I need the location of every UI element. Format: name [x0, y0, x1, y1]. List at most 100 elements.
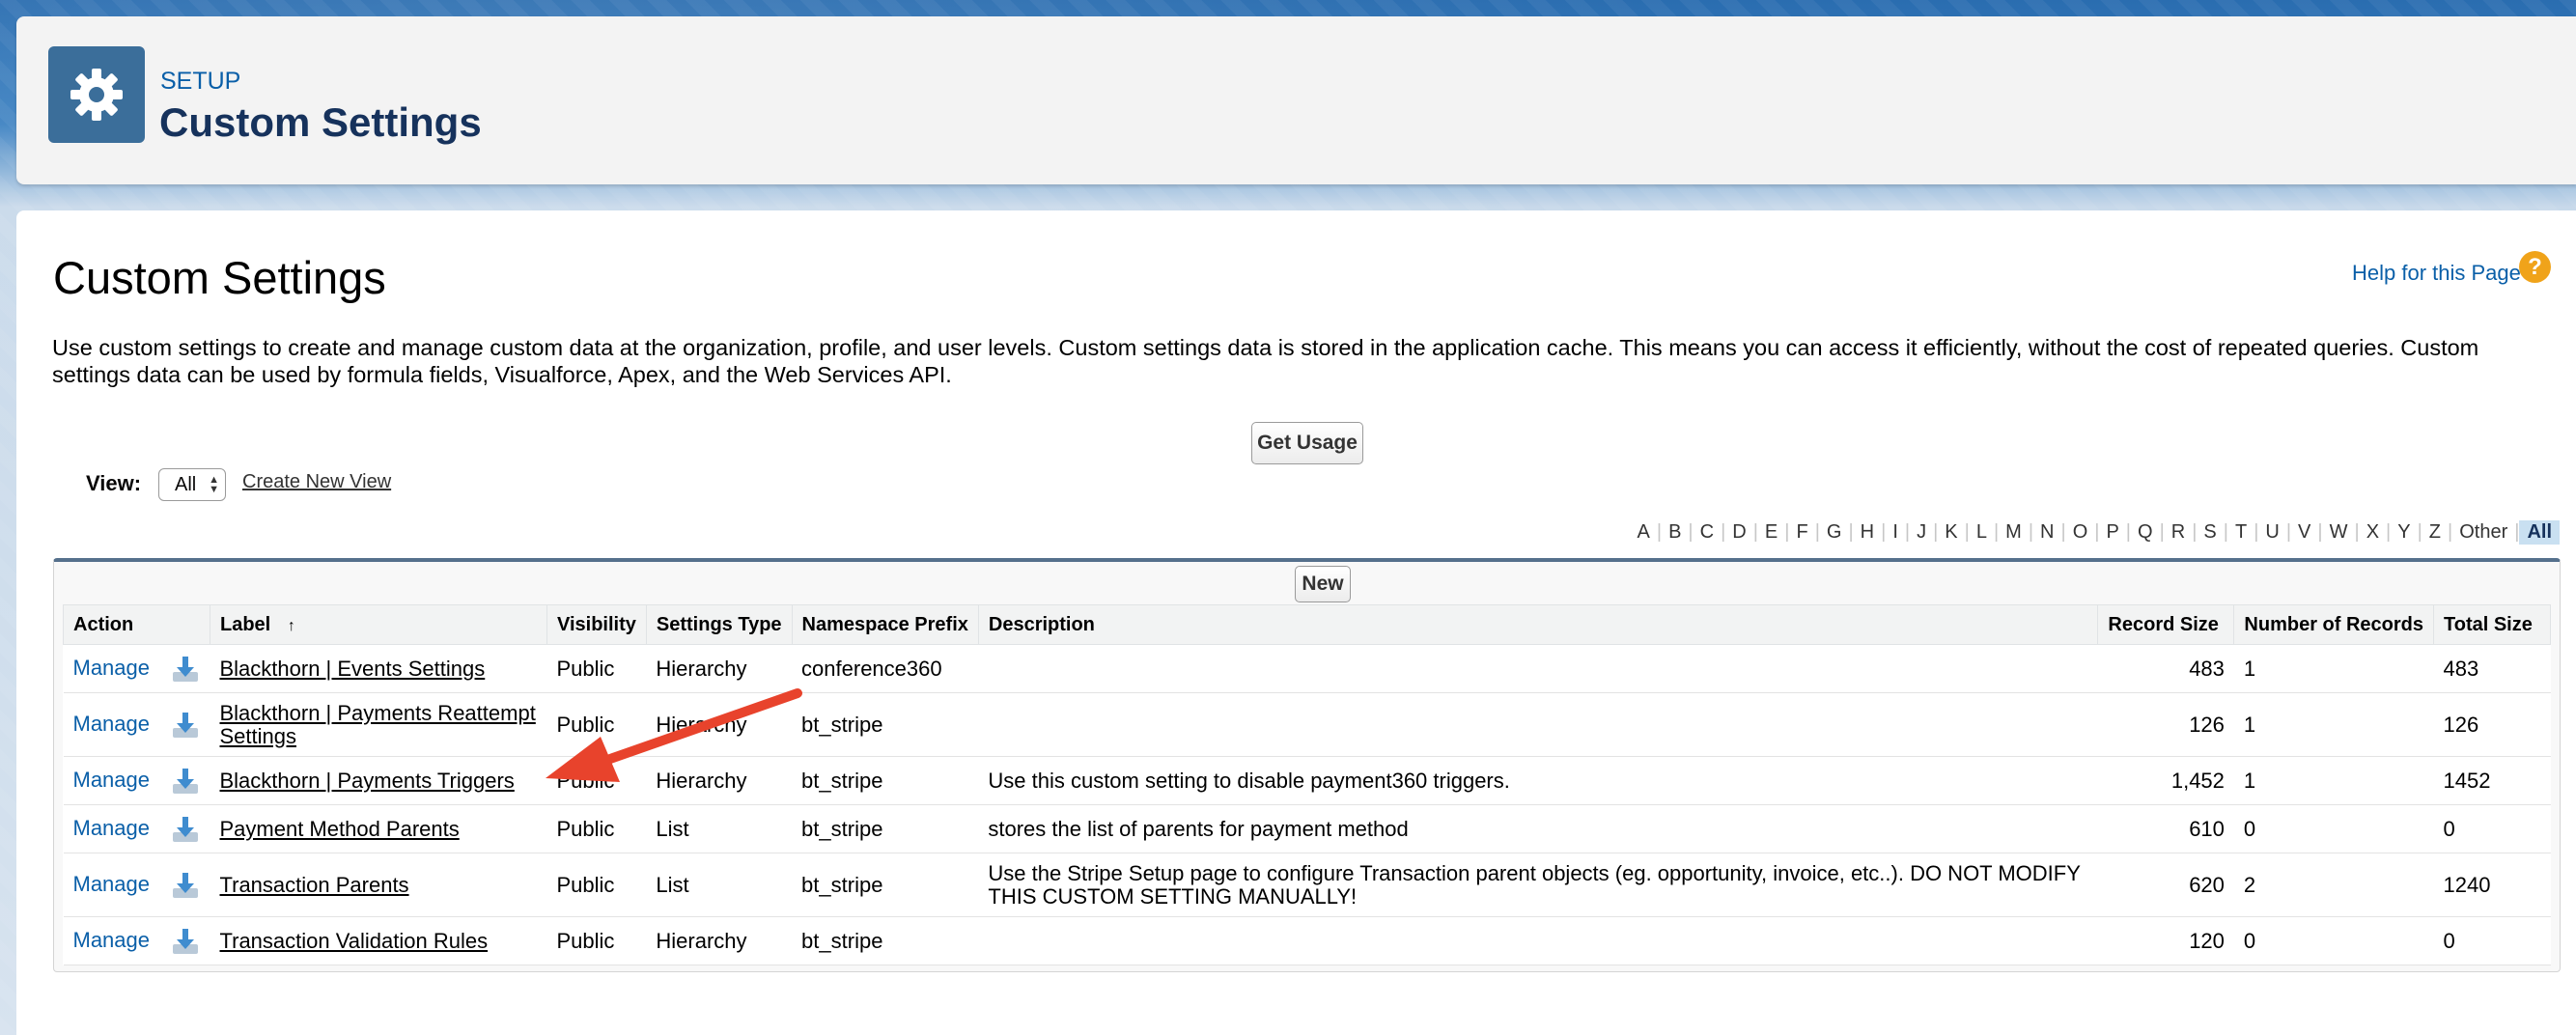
col-settings-type[interactable]: Settings Type: [645, 604, 793, 645]
cell-action: Manage: [63, 916, 210, 965]
alphabet-filter: A | B | C | D | E | F | G | H | I | J | K | L | M | N | O | P | Q | R | S | T |…: [1631, 520, 2560, 545]
download-icon[interactable]: [171, 655, 200, 684]
cell-total-size: 126: [2433, 692, 2551, 757]
header-title: Custom Settings: [159, 99, 482, 145]
setting-label-link[interactable]: Blackthorn | Payments Reattempt Settings: [220, 701, 536, 748]
manage-link[interactable]: Manage: [73, 927, 151, 951]
alpha-filter-x[interactable]: X: [2360, 521, 2386, 544]
cell-visibility: Public: [546, 804, 647, 853]
view-select-value: All: [175, 473, 197, 495]
cell-label: Transaction Parents: [210, 853, 547, 917]
setting-label-link[interactable]: Transaction Parents: [220, 873, 409, 897]
help-link[interactable]: Help for this Page: [2352, 261, 2521, 286]
sort-asc-icon: ↑: [287, 617, 295, 634]
alpha-filter-c[interactable]: C: [1694, 521, 1721, 544]
alpha-filter-f[interactable]: F: [1789, 521, 1814, 544]
col-label-text: Label: [220, 613, 271, 635]
manage-link[interactable]: Manage: [73, 815, 151, 839]
help-icon[interactable]: ?: [2519, 251, 2551, 283]
alpha-filter-i[interactable]: I: [1886, 521, 1905, 544]
cell-visibility: Public: [546, 853, 647, 917]
alpha-filter-t[interactable]: T: [2228, 521, 2254, 544]
create-new-view-link[interactable]: Create New View: [242, 471, 391, 493]
manage-link[interactable]: Manage: [73, 655, 151, 679]
col-description[interactable]: Description: [977, 604, 2099, 645]
cell-action: Manage: [63, 756, 210, 805]
col-namespace-prefix[interactable]: Namespace Prefix: [791, 604, 979, 645]
alpha-filter-r[interactable]: R: [2165, 521, 2192, 544]
alpha-filter-all[interactable]: All: [2519, 520, 2560, 545]
cell-total-size: 1452: [2433, 756, 2551, 805]
cell-namespace-prefix: conference360: [792, 644, 979, 693]
table-row: Manage Transaction Validation Rules Public…: [63, 916, 2551, 965]
alpha-filter-z[interactable]: Z: [2422, 521, 2448, 544]
cell-namespace-prefix: bt_stripe: [792, 804, 979, 853]
table-row: Manage Payment Method Parents Public List bt…: [63, 804, 2551, 853]
col-action: Action: [63, 604, 210, 645]
cell-settings-type: Hierarchy: [646, 916, 793, 965]
download-icon[interactable]: [171, 767, 200, 796]
download-icon[interactable]: [171, 871, 200, 900]
get-usage-button[interactable]: Get Usage: [1251, 422, 1363, 464]
cell-number-of-records: 0: [2233, 916, 2434, 965]
alpha-filter-u[interactable]: U: [2258, 521, 2285, 544]
cell-record-size: 610: [2097, 804, 2234, 853]
col-number-of-records[interactable]: Number of Records: [2233, 604, 2434, 645]
setting-label-link[interactable]: Transaction Validation Rules: [220, 929, 489, 953]
setting-label-link[interactable]: Payment Method Parents: [220, 817, 460, 841]
manage-link[interactable]: Manage: [73, 711, 151, 735]
cell-settings-type: List: [646, 853, 793, 917]
cell-visibility: Public: [546, 916, 647, 965]
cell-namespace-prefix: bt_stripe: [792, 756, 979, 805]
cell-action: Manage: [63, 804, 210, 853]
col-total-size[interactable]: Total Size: [2433, 604, 2551, 645]
cell-record-size: 483: [2097, 644, 2234, 693]
cell-settings-type: Hierarchy: [646, 692, 793, 757]
cell-number-of-records: 1: [2233, 756, 2434, 805]
page-description: Use custom settings to create and manage…: [52, 335, 2479, 387]
alpha-filter-y[interactable]: Y: [2391, 521, 2417, 544]
view-select[interactable]: All ▲ ▼: [158, 468, 226, 501]
alpha-filter-q[interactable]: Q: [2131, 521, 2160, 544]
alpha-filter-n[interactable]: N: [2033, 521, 2060, 544]
new-button[interactable]: New: [1295, 566, 1351, 602]
cell-record-size: 1,452: [2097, 756, 2234, 805]
custom-settings-list: New Action Label ↑ Visibility Settings T…: [53, 558, 2561, 972]
cell-number-of-records: 2: [2233, 853, 2434, 917]
cell-namespace-prefix: bt_stripe: [792, 692, 979, 757]
cell-label: Blackthorn | Events Settings: [210, 644, 547, 693]
cell-number-of-records: 1: [2233, 692, 2434, 757]
alpha-filter-o[interactable]: O: [2066, 521, 2095, 544]
alpha-filter-k[interactable]: K: [1938, 521, 1964, 544]
alpha-filter-h[interactable]: H: [1854, 521, 1881, 544]
cell-description: stores the list of parents for payment m…: [978, 804, 2098, 853]
col-label[interactable]: Label ↑: [210, 604, 547, 645]
alpha-filter-j[interactable]: J: [1910, 521, 1933, 544]
download-icon[interactable]: [171, 711, 200, 740]
alpha-filter-p[interactable]: P: [2099, 521, 2125, 544]
alpha-filter-e[interactable]: E: [1758, 521, 1784, 544]
alpha-filter-b[interactable]: B: [1662, 521, 1688, 544]
alpha-filter-a[interactable]: A: [1631, 521, 1657, 544]
breadcrumb[interactable]: SETUP: [160, 68, 240, 96]
cell-label: Transaction Validation Rules: [210, 916, 547, 965]
setting-label-link[interactable]: Blackthorn | Payments Triggers: [220, 769, 515, 793]
alpha-filter-s[interactable]: S: [2197, 521, 2223, 544]
page-title: Custom Settings: [53, 252, 386, 303]
alpha-filter-m[interactable]: M: [1999, 521, 2029, 544]
alpha-filter-other[interactable]: Other: [2452, 521, 2514, 544]
cell-visibility: Public: [546, 644, 647, 693]
download-icon[interactable]: [171, 815, 200, 844]
manage-link[interactable]: Manage: [73, 871, 151, 895]
manage-link[interactable]: Manage: [73, 767, 151, 791]
col-record-size[interactable]: Record Size: [2097, 604, 2235, 645]
cell-total-size: 0: [2433, 916, 2551, 965]
alpha-filter-g[interactable]: G: [1820, 521, 1849, 544]
alpha-filter-l[interactable]: L: [1970, 521, 1994, 544]
setting-label-link[interactable]: Blackthorn | Events Settings: [220, 657, 486, 681]
col-visibility[interactable]: Visibility: [546, 604, 647, 645]
alpha-filter-d[interactable]: D: [1725, 521, 1752, 544]
alpha-filter-w[interactable]: W: [2323, 521, 2355, 544]
download-icon[interactable]: [171, 927, 200, 956]
alpha-filter-v[interactable]: V: [2291, 521, 2317, 544]
